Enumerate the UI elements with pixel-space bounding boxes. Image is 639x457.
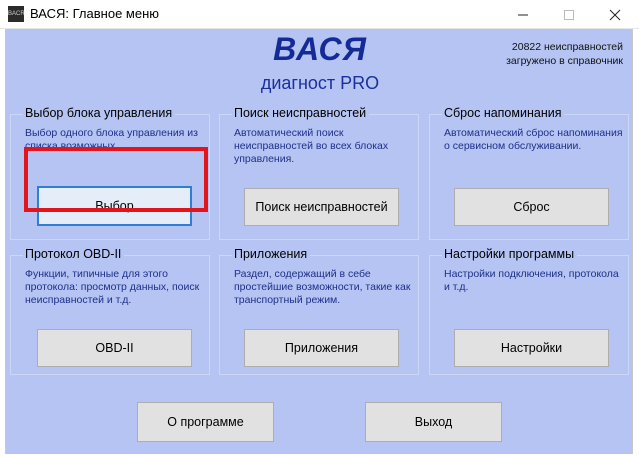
app-icon: BACR: [8, 6, 25, 22]
fault-search-button[interactable]: Поиск неисправностей: [244, 188, 399, 226]
fault-count-info: 20822 неисправностей загружено в справоч…: [423, 40, 623, 68]
minimize-button[interactable]: [500, 0, 546, 28]
about-button[interactable]: О программе: [137, 402, 274, 442]
maximize-icon: [564, 10, 574, 20]
title-bar: BACR ВАСЯ: Главное меню: [0, 0, 639, 29]
close-icon: [609, 9, 621, 21]
minimize-icon: [518, 14, 528, 16]
obd2-button[interactable]: OBD-II: [37, 329, 192, 367]
group-title: Протокол OBD-II: [23, 247, 125, 261]
main-menu-panel: ВАСЯ диагност PRO 20822 неисправностей з…: [5, 29, 633, 454]
group-title: Приложения: [232, 247, 311, 261]
group-title: Выбор блока управления: [23, 106, 176, 120]
group-title: Настройки программы: [442, 247, 578, 261]
applications-button[interactable]: Приложения: [244, 329, 399, 367]
window-title: ВАСЯ: Главное меню: [30, 6, 160, 21]
group-description: Раздел, содержащий в себе простейшие воз…: [234, 268, 411, 306]
group-description: Автоматический поиск неисправностей во в…: [234, 127, 389, 165]
group-description: Настройки подключения, протокола и т.д.: [444, 268, 619, 293]
group-title: Сброс напоминания: [442, 106, 565, 120]
close-button[interactable]: [592, 0, 638, 28]
maximize-button[interactable]: [546, 0, 592, 28]
group-description: Выбор одного блока управления из списка …: [25, 127, 198, 152]
fault-count-caption: загружено в справочник: [506, 55, 623, 67]
reset-button[interactable]: Сброс: [454, 188, 609, 226]
settings-button[interactable]: Настройки: [454, 329, 609, 367]
exit-button[interactable]: Выход: [365, 402, 502, 442]
fault-count: 20822 неисправностей: [511, 41, 623, 53]
group-description: Автоматический сброс напоминания о серви…: [444, 127, 623, 152]
select-button[interactable]: Выбор: [37, 186, 192, 226]
main-window: BACR ВАСЯ: Главное меню ВАСЯ диагност PR…: [0, 0, 639, 457]
group-title: Поиск неисправностей: [232, 106, 370, 120]
group-description: Функции, типичные для этого протокола: п…: [25, 268, 200, 306]
brand-subtitle: диагност PRO: [260, 73, 380, 93]
